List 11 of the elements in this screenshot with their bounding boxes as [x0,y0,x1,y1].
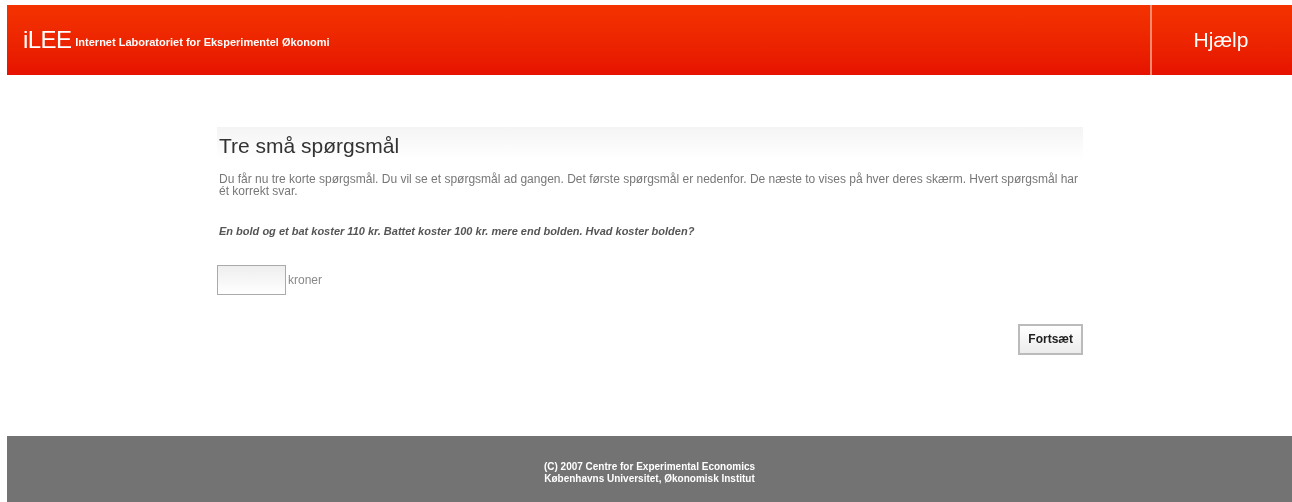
question-text: En bold og et bat koster 110 kr. Battet koster 100 kr. mere end bolden. Hvad koster bolden? [218,224,696,240]
page-title: Tre små spørgsmål [217,127,1083,160]
intro-text: Du får nu tre korte spørgsmål. Du vil se et spørgsmål ad gangen. Det første spørgsmål er nedenfor. De næste to vises på hver deres skærm. Hvert spørgsmål har ét korrekt svar. [218,173,1079,198]
site-tagline: Internet Laboratoriet for Eksperimentel Økonomi [75,34,330,50]
logo: iLEE [23,28,72,52]
footer-text: (C) 2007 Centre for Experimental Economics [543,461,756,473]
unit-label: kroner [288,271,322,289]
footer-text: Københavns Universitet, Økonomisk Institut [544,473,755,485]
continue-button[interactable]: Fortsæt [1018,323,1083,355]
answer-field[interactable] [217,264,286,295]
help-link[interactable]: Hjælp [1150,5,1290,75]
